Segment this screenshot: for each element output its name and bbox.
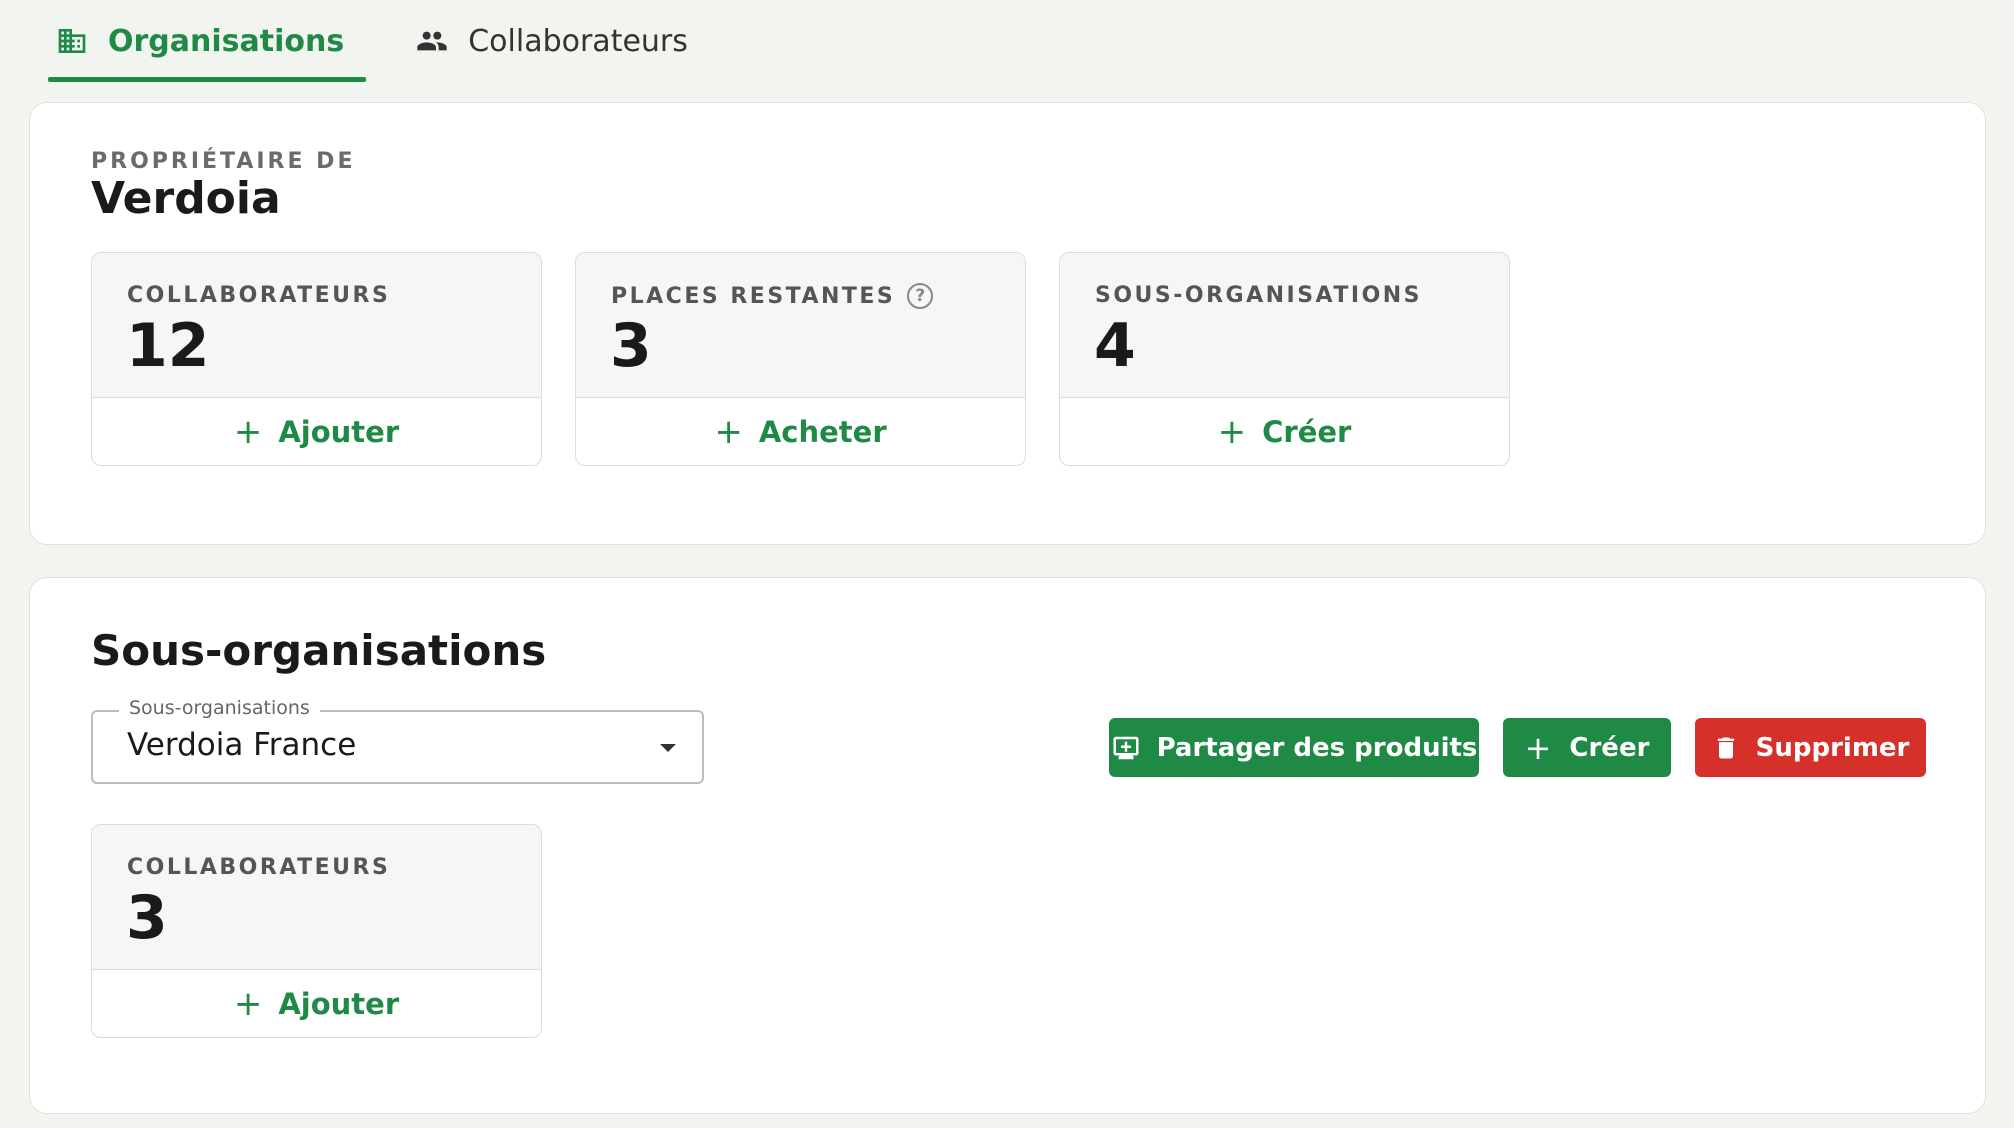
share-products-button[interactable]: Partager des produits xyxy=(1109,718,1479,777)
buy-seats-button[interactable]: + Acheter xyxy=(576,398,1025,465)
suborgs-panel: Sous-organisations Sous-organisations Ve… xyxy=(29,577,1986,1114)
stat-label: COLLABORATEURS xyxy=(127,855,391,880)
tab-collaborateurs[interactable]: Collaborateurs xyxy=(408,0,710,82)
create-button[interactable]: + Créer xyxy=(1503,718,1671,777)
suborg-select[interactable]: Sous-organisations Verdoia France xyxy=(91,697,704,784)
help-icon[interactable]: ? xyxy=(907,283,934,309)
owner-panel: PROPRIÉTAIRE DE Verdoia COLLABORATEURS 1… xyxy=(29,102,1986,545)
tab-label: Organisations xyxy=(108,23,345,59)
stat-card-places-restantes: PLACES RESTANTES ? 3 + Acheter xyxy=(575,252,1026,466)
delete-button[interactable]: Supprimer xyxy=(1695,718,1926,777)
share-screen-icon xyxy=(1111,733,1141,763)
stat-value: 12 xyxy=(126,311,210,381)
stat-card-body: COLLABORATEURS 12 xyxy=(92,253,541,398)
stat-label: SOUS-ORGANISATIONS xyxy=(1095,283,1423,308)
plus-icon: + xyxy=(714,411,743,452)
plus-icon: + xyxy=(233,411,263,452)
section-title: Sous-organisations xyxy=(91,626,547,675)
tab-bar: Organisations Collaborateurs xyxy=(48,0,710,82)
action-label: Acheter xyxy=(758,414,887,449)
stat-card-body: SOUS-ORGANISATIONS 4 xyxy=(1060,253,1509,398)
stat-card-sous-organisations: SOUS-ORGANISATIONS 4 + Créer xyxy=(1059,252,1510,466)
plus-icon: + xyxy=(233,983,263,1024)
button-label: Créer xyxy=(1569,732,1650,763)
owner-name: Verdoia xyxy=(91,173,281,224)
stat-card-body: PLACES RESTANTES ? 3 xyxy=(576,253,1025,398)
select-legend: Sous-organisations xyxy=(119,697,320,719)
stat-label: PLACES RESTANTES ? xyxy=(611,283,934,309)
tab-label: Collaborateurs xyxy=(468,23,688,59)
button-label: Supprimer xyxy=(1755,732,1910,763)
tab-organisations[interactable]: Organisations xyxy=(48,0,367,82)
building-icon xyxy=(56,25,88,57)
stat-value: 3 xyxy=(610,311,652,381)
owner-eyebrow: PROPRIÉTAIRE DE xyxy=(91,149,356,174)
stat-card-suborg-collaborateurs: COLLABORATEURS 3 + Ajouter xyxy=(91,824,542,1038)
action-label: Ajouter xyxy=(278,414,400,449)
stat-label: COLLABORATEURS xyxy=(127,283,391,308)
stat-value: 3 xyxy=(126,883,168,953)
stat-card-body: COLLABORATEURS 3 xyxy=(92,825,541,970)
action-label: Créer xyxy=(1262,414,1352,449)
plus-icon: + xyxy=(1524,728,1552,767)
add-collaborator-button[interactable]: + Ajouter xyxy=(92,398,541,465)
create-suborg-button[interactable]: + Créer xyxy=(1060,398,1509,465)
stat-value: 4 xyxy=(1094,311,1136,381)
select-value: Verdoia France xyxy=(127,727,357,763)
chevron-down-icon xyxy=(660,744,676,752)
trash-icon xyxy=(1712,734,1740,762)
button-label: Partager des produits xyxy=(1156,732,1478,763)
add-suborg-collaborator-button[interactable]: + Ajouter xyxy=(92,970,541,1037)
plus-icon: + xyxy=(1217,411,1247,452)
people-icon xyxy=(416,25,448,57)
action-label: Ajouter xyxy=(278,986,400,1021)
stat-card-collaborateurs: COLLABORATEURS 12 + Ajouter xyxy=(91,252,542,466)
